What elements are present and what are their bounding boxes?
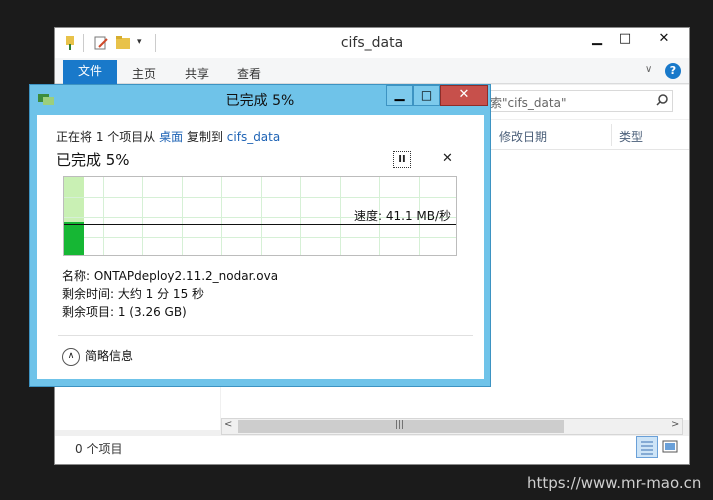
minimize-button[interactable]: ▁ bbox=[583, 30, 611, 50]
details-view-icon[interactable] bbox=[636, 436, 658, 458]
copy-description: 正在将 1 个项目从 桌面 复制到 cifs_data bbox=[56, 128, 280, 145]
percent-complete: 已完成 5% bbox=[56, 151, 130, 169]
scroll-thumb[interactable]: ||| bbox=[238, 420, 564, 433]
ribbon-tabs: 文件 主页 共享 查看 ∨ ? bbox=[55, 58, 689, 84]
copy-progress-dialog: 已完成 5% ▁ □ ✕ 正在将 1 个项目从 桌面 复制到 cifs_data… bbox=[29, 84, 491, 387]
tab-file[interactable]: 文件 bbox=[63, 60, 117, 84]
pause-button[interactable]: II bbox=[393, 151, 411, 168]
dialog-maximize-button[interactable]: □ bbox=[413, 85, 440, 106]
copy-mid: 复制到 bbox=[186, 130, 223, 144]
dialog-minimize-button[interactable]: ▁ bbox=[386, 85, 413, 106]
horizontal-scrollbar[interactable]: < ||| > bbox=[221, 418, 683, 435]
cancel-button[interactable]: ✕ bbox=[442, 151, 453, 166]
maximize-button[interactable]: □ bbox=[611, 30, 639, 50]
transfer-rate-bar bbox=[64, 222, 84, 255]
speed-label: 速度: 41.1 MB/秒 bbox=[354, 209, 452, 223]
expand-ribbon-icon[interactable]: ∨ bbox=[645, 64, 652, 75]
column-divider[interactable] bbox=[611, 124, 612, 146]
column-type[interactable]: 类型 bbox=[619, 128, 643, 145]
destination-link[interactable]: cifs_data bbox=[227, 130, 280, 144]
chevron-up-icon: ∧ bbox=[62, 347, 80, 366]
help-icon[interactable]: ? bbox=[665, 63, 681, 79]
large-icons-view-icon[interactable] bbox=[660, 437, 680, 457]
tab-view[interactable]: 查看 bbox=[237, 65, 261, 82]
items-remaining: 剩余项目: 1 (3.26 GB) bbox=[62, 305, 187, 319]
fewer-details-button[interactable]: ∧ 简略信息 bbox=[62, 347, 133, 366]
speed-line bbox=[64, 224, 456, 225]
column-modified-date[interactable]: 修改日期 bbox=[499, 128, 547, 145]
file-name: 名称: ONTAPdeploy2.11.2_nodar.ova bbox=[62, 269, 279, 283]
copy-prefix: 正在将 1 个项目从 bbox=[56, 130, 156, 144]
watermark: https://www.mr-mao.cn bbox=[527, 474, 702, 492]
grip-icon: ||| bbox=[395, 420, 405, 430]
speed-graph: 速度: 41.1 MB/秒 bbox=[63, 176, 457, 256]
search-icon[interactable] bbox=[656, 94, 668, 109]
status-bar: 0 个项目 bbox=[55, 436, 689, 464]
close-button[interactable]: ✕ bbox=[639, 30, 689, 50]
search-input[interactable]: 索"cifs_data" bbox=[485, 90, 673, 112]
grid-line bbox=[64, 237, 456, 238]
item-count: 0 个项目 bbox=[75, 442, 123, 456]
grid-line bbox=[64, 197, 456, 198]
source-link[interactable]: 桌面 bbox=[159, 130, 183, 144]
scroll-left-icon[interactable]: < bbox=[224, 419, 232, 430]
time-remaining: 剩余时间: 大约 1 分 15 秒 bbox=[62, 287, 205, 301]
tab-share[interactable]: 共享 bbox=[185, 65, 209, 82]
fewer-details-label: 简略信息 bbox=[85, 349, 134, 363]
dialog-close-button[interactable]: ✕ bbox=[440, 85, 488, 106]
divider bbox=[58, 335, 473, 336]
search-placeholder: 索"cifs_data" bbox=[490, 96, 567, 110]
explorer-titlebar[interactable]: ▾ cifs_data ▁ □ ✕ bbox=[55, 28, 689, 58]
scroll-right-icon[interactable]: > bbox=[671, 419, 679, 430]
tab-home[interactable]: 主页 bbox=[132, 65, 156, 82]
